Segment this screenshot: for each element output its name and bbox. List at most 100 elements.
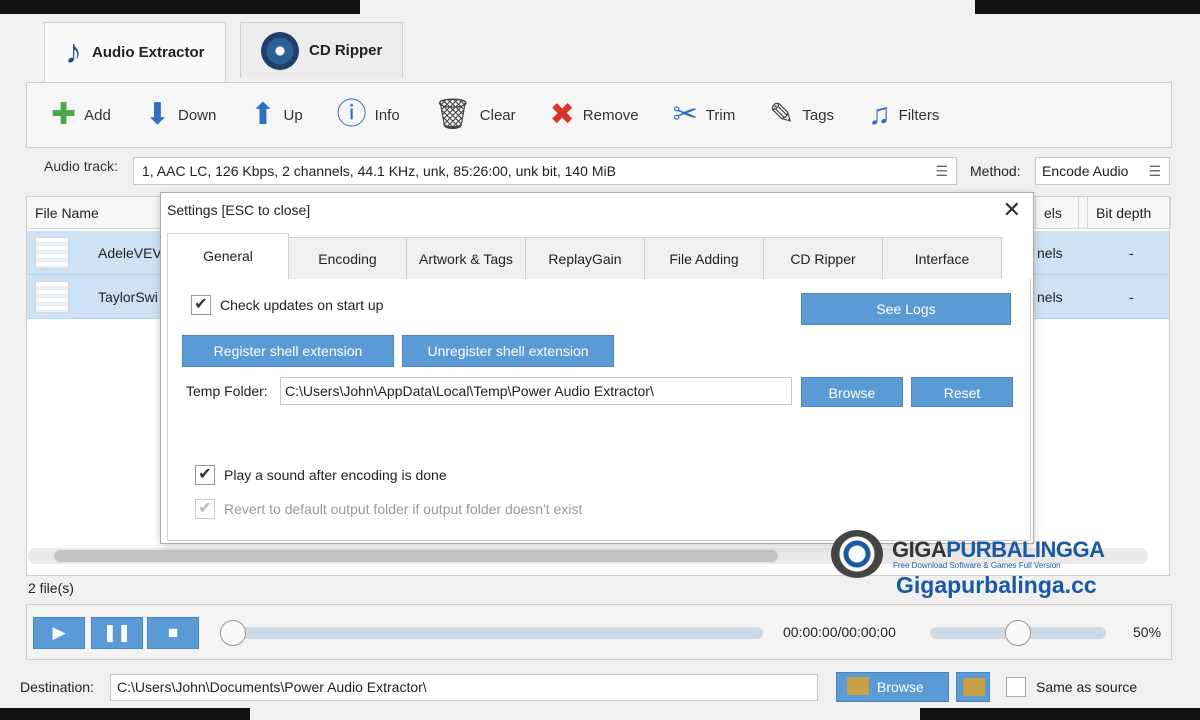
bit-depth-cell: - [1129, 289, 1134, 305]
tab-general[interactable]: General [167, 233, 289, 280]
clear-button[interactable]: 🗑 Clear [434, 100, 516, 130]
watermark-brand: GIGAPURBALINGGA [892, 537, 1105, 563]
play-sound-checkbox[interactable]: ✔ [195, 465, 215, 485]
see-logs-button[interactable]: See Logs [801, 293, 1011, 325]
temp-reset-button[interactable]: Reset [911, 377, 1013, 407]
info-button[interactable]: ⓘ Info [337, 100, 400, 130]
channels-cell: nels [1037, 289, 1063, 305]
down-button[interactable]: ⬇ Down [145, 100, 217, 130]
same-as-source-checkbox[interactable] [1006, 677, 1026, 697]
arrow-down-icon: ⬇ [144, 98, 170, 131]
seek-handle[interactable] [220, 620, 246, 646]
play-sound-label: Play a sound after encoding is done [224, 467, 447, 483]
check-updates-label: Check updates on start up [220, 297, 384, 313]
video-file-icon [35, 237, 69, 269]
frame-strip [0, 708, 250, 720]
remove-button[interactable]: ✖ Remove [550, 100, 639, 130]
pause-button[interactable]: ❚❚ [91, 617, 143, 649]
tab-audio-extractor[interactable]: ♪ Audio Extractor [44, 22, 226, 82]
method-select[interactable]: Encode Audio ☰ [1035, 157, 1170, 185]
toolbar: ✚ Add ⬇ Down ⬆ Up ⓘ Info 🗑 Clear ✖ Remov… [26, 82, 1172, 148]
plus-icon: ✚ [51, 98, 77, 131]
temp-browse-button[interactable]: Browse [801, 377, 903, 407]
column-header-bit-depth[interactable]: Bit depth [1087, 197, 1171, 229]
add-button[interactable]: ✚ Add [51, 100, 111, 130]
watermark-tagline: Free Download Software & Games Full Vers… [893, 561, 1061, 570]
column-header-channels[interactable]: els [1035, 197, 1079, 229]
scrollbar-thumb[interactable] [54, 550, 778, 562]
video-file-icon [35, 281, 69, 313]
channels-cell: nels [1037, 245, 1063, 261]
destination-input[interactable]: C:\Users\John\Documents\Power Audio Extr… [110, 674, 818, 701]
clear-label: Clear [479, 106, 516, 124]
tab-cd-ripper-settings[interactable]: CD Ripper [763, 237, 883, 279]
tab-encoding[interactable]: Encoding [288, 237, 407, 279]
tab-file-adding[interactable]: File Adding [644, 237, 764, 279]
volume-handle[interactable] [1005, 620, 1031, 646]
audio-track-value: 1, AAC LC, 126 Kbps, 2 channels, 44.1 KH… [142, 163, 616, 179]
trim-button[interactable]: ✂ Trim [673, 100, 736, 130]
player-bar: ▶ ❚❚ ■ 00:00:00/00:00:00 50% [26, 604, 1172, 660]
app-window: ♪ Audio Extractor CD Ripper ✚ Add ⬇ Down… [0, 0, 1200, 720]
destination-browse-button[interactable]: Browse [836, 672, 949, 702]
close-icon[interactable]: ✕ [1003, 197, 1021, 223]
revert-folder-label: Revert to default output folder if outpu… [224, 501, 583, 517]
audio-track-label: Audio track: [44, 158, 118, 174]
bit-depth-cell: - [1129, 245, 1134, 261]
arrow-up-icon: ⬆ [250, 98, 276, 131]
destination-label: Destination: [20, 679, 94, 695]
scissors-icon: ✂ [672, 98, 698, 131]
temp-folder-input[interactable]: C:\Users\John\AppData\Local\Temp\Power A… [280, 377, 792, 405]
trim-label: Trim [705, 106, 736, 124]
menu-icon: ☰ [1148, 163, 1161, 179]
down-label: Down [177, 106, 217, 124]
open-folder-button[interactable] [956, 672, 990, 702]
info-label: Info [374, 106, 400, 124]
file-name-cell: TaylorSwi [98, 289, 158, 305]
method-value: Encode Audio [1042, 163, 1129, 179]
settings-dialog: Settings [ESC to close] ✕ General Encodi… [160, 192, 1034, 544]
temp-folder-label: Temp Folder: [186, 383, 268, 399]
method-label: Method: [970, 163, 1021, 179]
volume-percent: 50% [1133, 624, 1162, 640]
up-label: Up [283, 106, 303, 124]
tag-edit-icon: ✎ [769, 98, 795, 131]
file-name-cell: AdeleVEV [98, 245, 162, 261]
unregister-shell-button[interactable]: Unregister shell extension [402, 335, 614, 367]
audio-track-select[interactable]: 1, AAC LC, 126 Kbps, 2 channels, 44.1 KH… [133, 157, 957, 185]
time-readout: 00:00:00/00:00:00 [783, 624, 896, 640]
tab-replaygain[interactable]: ReplayGain [525, 237, 645, 279]
up-button[interactable]: ⬆ Up [250, 100, 302, 130]
tab-interface[interactable]: Interface [882, 237, 1002, 279]
tab-artwork-tags[interactable]: Artwork & Tags [406, 237, 526, 279]
stop-button[interactable]: ■ [147, 617, 199, 649]
tab-cd-ripper[interactable]: CD Ripper [240, 22, 404, 78]
music-note-icon: ♪ [65, 33, 82, 71]
tab-label: Audio Extractor [92, 44, 205, 61]
play-button[interactable]: ▶ [33, 617, 85, 649]
add-label: Add [84, 106, 111, 124]
browse-label: Browse [877, 679, 924, 695]
menu-icon: ☰ [935, 163, 948, 179]
folder-icon [847, 677, 869, 695]
brand-part1: GIGA [892, 537, 947, 562]
check-updates-checkbox[interactable]: ✔ [191, 295, 211, 315]
watermark-url: Gigapurbalinga.cc [896, 572, 1097, 598]
filters-label: Filters [898, 106, 940, 124]
revert-folder-checkbox[interactable]: ✔ [195, 499, 215, 519]
open-folder-icon [963, 678, 985, 696]
seek-slider[interactable] [233, 627, 763, 639]
remove-label: Remove [582, 106, 639, 124]
tab-label: CD Ripper [309, 42, 383, 59]
tags-button[interactable]: ✎ Tags [769, 100, 834, 130]
filters-button[interactable]: ♫ Filters [868, 100, 939, 130]
same-as-source-label: Same as source [1036, 679, 1138, 695]
register-shell-button[interactable]: Register shell extension [182, 335, 394, 367]
filter-note-icon: ♫ [868, 98, 891, 131]
info-icon: ⓘ [336, 98, 367, 131]
tags-label: Tags [802, 106, 835, 124]
x-icon: ✖ [549, 98, 575, 131]
brand-part2: PURBALINGGA [946, 537, 1105, 562]
dialog-title: Settings [ESC to close] [167, 202, 311, 218]
watermark-logo [831, 530, 883, 578]
